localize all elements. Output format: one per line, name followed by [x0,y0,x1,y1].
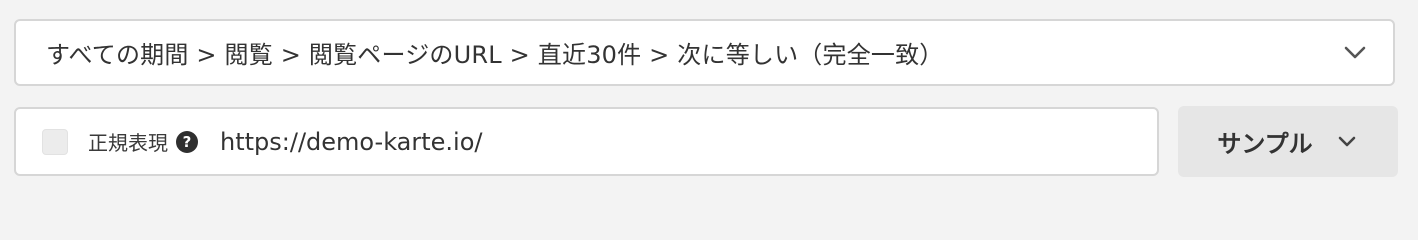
help-icon[interactable]: ? [176,130,198,153]
regex-label: 正規表現 [88,131,168,155]
value-input-field: 正規表現 ? [14,107,1159,176]
chevron-down-icon [1343,41,1367,65]
condition-path-select[interactable]: すべての期間 > 閲覧 > 閲覧ページのURL > 直近30件 > 次に等しい（… [14,19,1395,86]
sample-button-label: サンプル [1217,130,1313,158]
condition-path-text: すべての期間 > 閲覧 > 閲覧ページのURL > 直近30件 > 次に等しい（… [46,41,944,69]
url-value-input[interactable] [220,121,1157,162]
regex-checkbox[interactable] [42,128,68,155]
sample-button[interactable]: サンプル [1178,106,1398,177]
condition-editor: すべての期間 > 閲覧 > 閲覧ページのURL > 直近30件 > 次に等しい（… [0,0,1418,200]
chevron-down-icon [1335,130,1359,154]
